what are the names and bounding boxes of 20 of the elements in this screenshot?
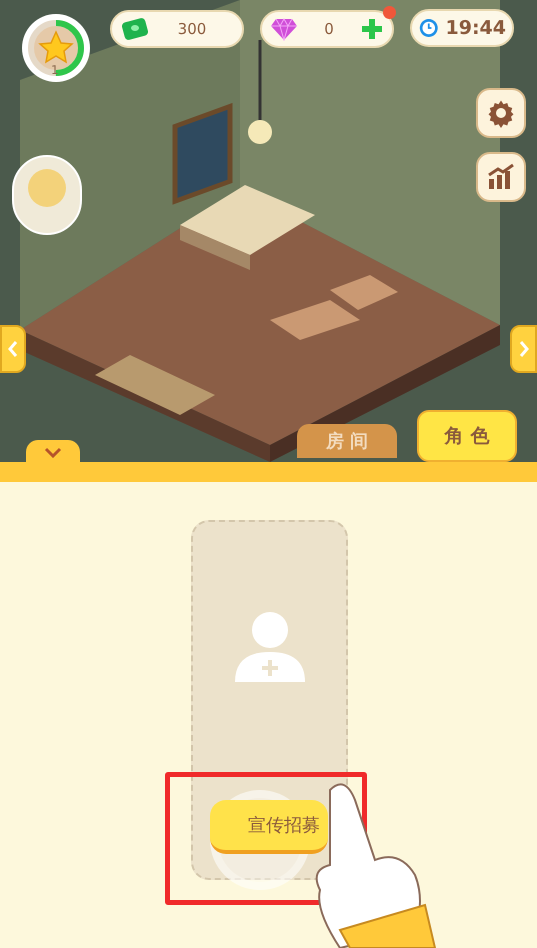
next-room-button[interactable] — [510, 325, 537, 373]
currency-amount: 0 — [323, 18, 335, 40]
recruit-button[interactable]: 宣传招募 — [210, 800, 328, 854]
bar-chart-icon — [486, 163, 516, 191]
tab[interactable]: 角 色 — [417, 410, 517, 462]
player-level: 1 — [51, 64, 59, 76]
character-avatar — [28, 169, 66, 207]
add-person-icon — [233, 610, 307, 682]
stats-button[interactable] — [476, 152, 526, 202]
chevron-left-icon — [7, 340, 19, 358]
settings-button[interactable] — [476, 88, 526, 138]
clock-time: 19:44 — [446, 16, 506, 41]
star-icon — [38, 30, 74, 64]
clock-icon — [418, 16, 440, 40]
previous-room-button[interactable] — [0, 325, 26, 373]
settings-icon — [486, 98, 516, 128]
currency-amount: 300 — [176, 18, 208, 40]
gem-icon — [270, 17, 298, 41]
chevron-down-icon — [44, 447, 62, 459]
chevron-right-icon — [518, 340, 530, 358]
